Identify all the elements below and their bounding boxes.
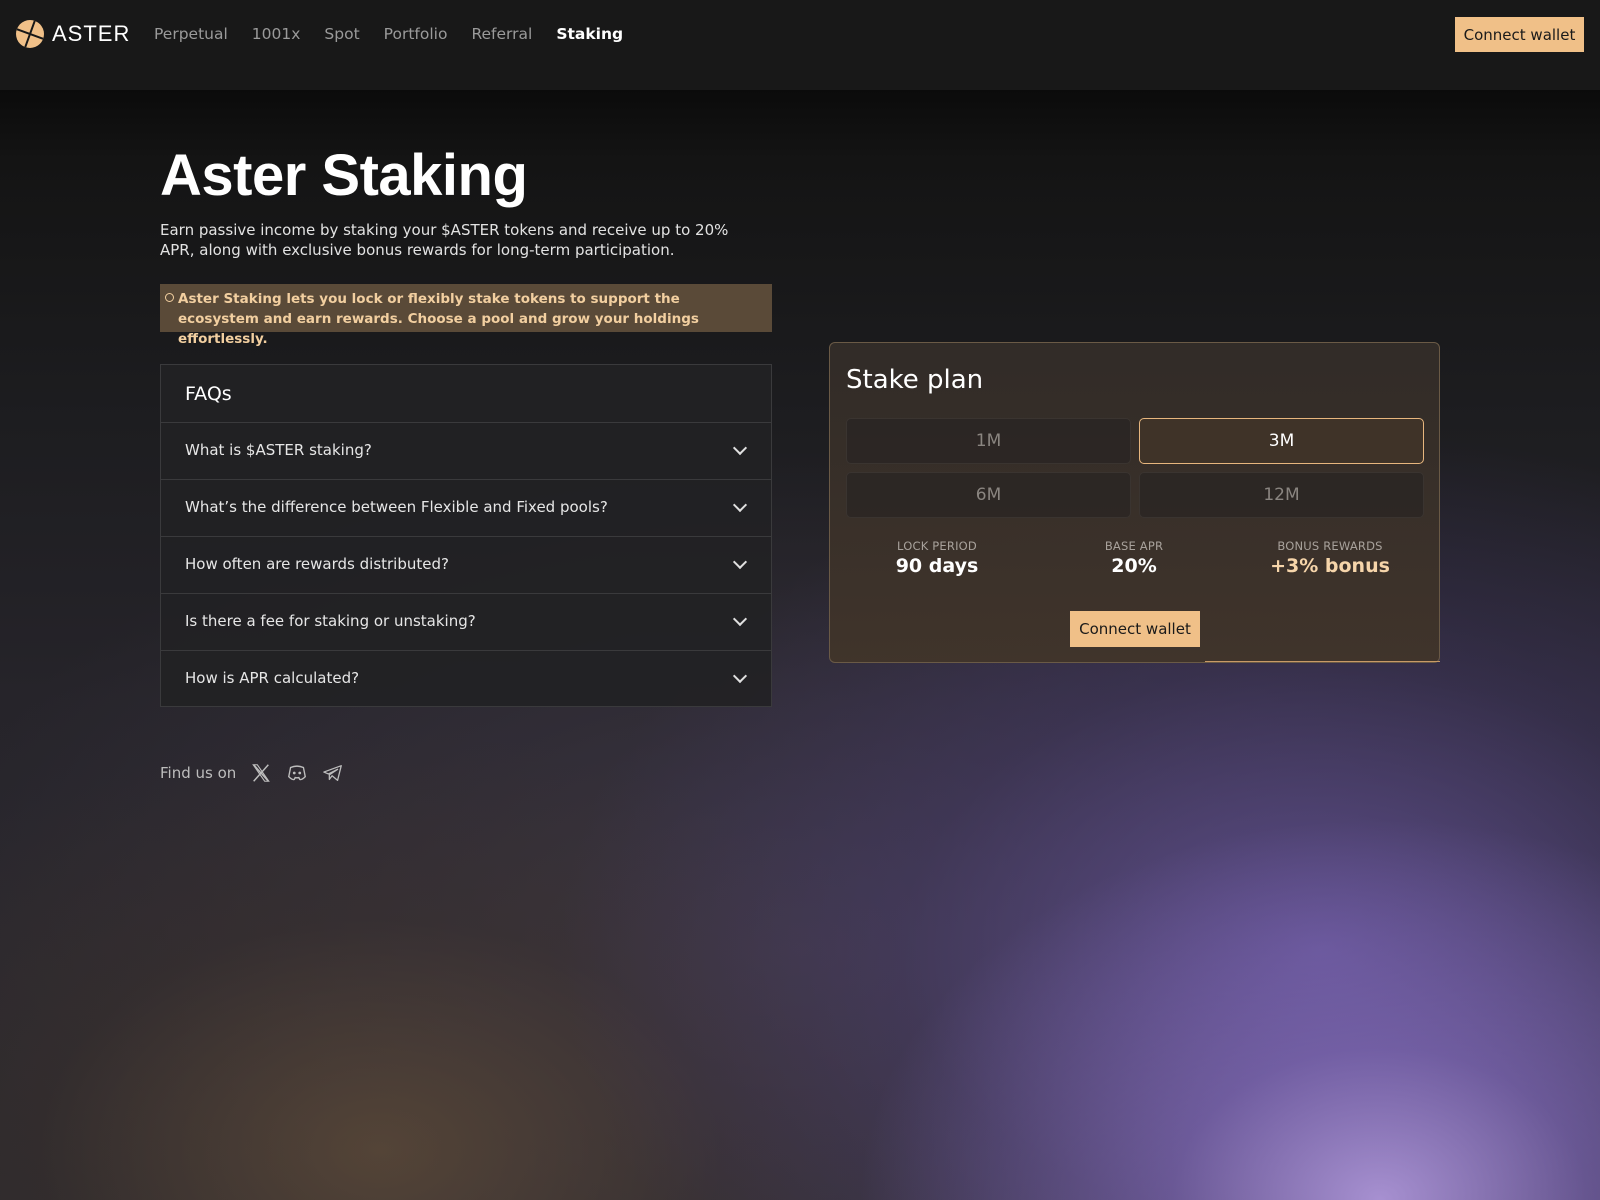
lock-period-stat: LOCK PERIOD 90 days — [837, 539, 1037, 577]
x-icon[interactable] — [250, 762, 272, 784]
chevron-down-icon — [732, 440, 748, 456]
connect-wallet-button[interactable]: Connect wallet — [1455, 17, 1584, 52]
faq-question: How often are rewards distributed? — [185, 555, 449, 573]
nav-link-1001x[interactable]: 1001x — [252, 25, 301, 43]
plan-option-12m[interactable]: 12M — [1139, 472, 1424, 518]
faq-question: What’s the difference between Flexible a… — [185, 498, 608, 516]
logo[interactable]: ASTER — [16, 20, 130, 48]
plan-option-3m[interactable]: 3M — [1139, 418, 1424, 464]
faq-item[interactable]: What’s the difference between Flexible a… — [161, 480, 771, 537]
base-apr-stat: BASE APR 20% — [1034, 539, 1234, 577]
discord-icon[interactable] — [286, 762, 308, 784]
telegram-icon[interactable] — [322, 762, 344, 784]
stat-value: 90 days — [895, 555, 979, 577]
chevron-down-icon — [732, 668, 748, 684]
info-icon — [165, 293, 174, 302]
stat-label: LOCK PERIOD — [897, 539, 977, 553]
nav-link-spot[interactable]: Spot — [324, 25, 359, 43]
find-us-label: Find us on — [160, 764, 237, 782]
page-title: Aster Staking — [160, 143, 528, 208]
stat-label: BONUS REWARDS — [1277, 539, 1383, 553]
plan-option-1m[interactable]: 1M — [846, 418, 1131, 464]
nav-link-referral[interactable]: Referral — [471, 25, 532, 43]
faq-item[interactable]: What is $ASTER staking? — [161, 423, 771, 480]
aster-logo-icon — [16, 20, 44, 48]
find-us-row: Find us on — [160, 762, 358, 784]
plan-option-6m[interactable]: 6M — [846, 472, 1131, 518]
top-nav: ASTER Perpetual 1001x Spot Portfolio Ref… — [0, 0, 1600, 90]
info-notice-text: Aster Staking lets you lock or flexibly … — [178, 291, 699, 347]
nav-link-portfolio[interactable]: Portfolio — [384, 25, 448, 43]
faq-question: How is APR calculated? — [185, 669, 360, 687]
faq-item[interactable]: Is there a fee for staking or unstaking? — [161, 594, 771, 651]
nav-links: Perpetual 1001x Spot Portfolio Referral … — [154, 25, 647, 43]
stat-label: BASE APR — [1104, 539, 1164, 553]
faq-item[interactable]: How often are rewards distributed? — [161, 537, 771, 594]
chevron-down-icon — [732, 554, 748, 570]
stake-plan-card: Stake plan 1M 3M 6M 12M LOCK PERIOD 90 d… — [829, 342, 1440, 663]
stat-value: 20% — [1111, 555, 1157, 577]
nav-link-staking[interactable]: Staking — [556, 25, 623, 43]
page-description: Earn passive income by staking your $AST… — [160, 221, 729, 259]
nav-link-perpetual[interactable]: Perpetual — [154, 25, 228, 43]
logo-text: ASTER — [52, 21, 131, 46]
faq-item[interactable]: How is APR calculated? — [161, 651, 771, 708]
faq-title: FAQs — [161, 365, 771, 423]
stake-plan-title: Stake plan — [846, 365, 984, 395]
faq-question: What is $ASTER staking? — [185, 441, 372, 459]
info-notice: Aster Staking lets you lock or flexibly … — [160, 284, 772, 347]
chevron-down-icon — [732, 611, 748, 627]
bonus-rewards-stat: BONUS REWARDS +3% bonus — [1230, 539, 1430, 577]
faq-panel: FAQs What is $ASTER staking? What’s the … — [160, 364, 772, 707]
stat-value: +3% bonus — [1270, 555, 1390, 577]
card-connect-wallet-button[interactable]: Connect wallet — [1070, 611, 1200, 647]
card-accent-line — [1205, 661, 1440, 662]
faq-question: Is there a fee for staking or unstaking? — [185, 612, 476, 630]
chevron-down-icon — [732, 497, 748, 513]
